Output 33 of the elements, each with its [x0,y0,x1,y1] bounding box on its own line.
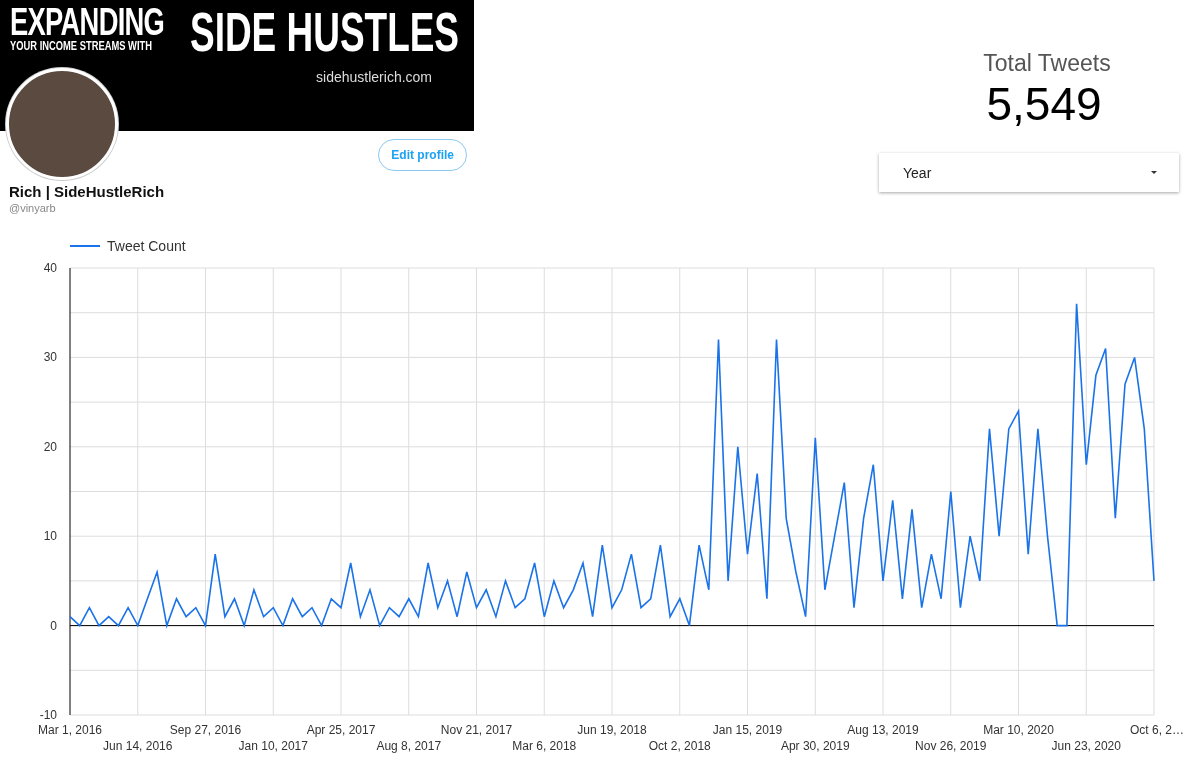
y-axis-label: -10 [39,708,57,722]
x-axis-label: Aug 8, 2017 [376,739,442,753]
x-axis-label: Jan 10, 2017 [238,739,308,753]
x-axis-label: Oct 2, 2018 [648,739,711,753]
x-axis-label: Jan 15, 2019 [712,723,783,737]
x-axis-label: Sep 27, 2016 [169,723,242,737]
caret-icon [1151,171,1157,174]
x-axis-label: Jun 19, 2018 [577,723,647,737]
x-axis-label: Mar 6, 2018 [512,739,577,753]
y-axis-label: 20 [43,439,57,454]
x-axis-label: Mar 10, 2020 [983,723,1054,737]
legend-label: Tweet Count [107,238,186,254]
x-axis-label: Mar 1, 2016 [38,723,102,737]
banner-website: sidehustlerich.com [316,69,432,85]
scorecard-value: 5,549 [985,77,1102,131]
y-axis-label: 10 [43,529,57,544]
scorecard-label: Total Tweets [982,50,1111,77]
x-axis-label: Nov 21, 2017 [440,723,513,737]
y-axis-label: 40 [43,261,57,275]
x-axis-label: Jun 14, 2016 [103,739,173,753]
x-axis-label: Jun 23, 2020 [1051,739,1121,753]
profile-handle: @vinyarb [9,202,57,214]
y-axis-label: 30 [43,350,57,365]
legend-line-icon [69,245,101,247]
x-axis-label: Nov 26, 2019 [915,739,987,753]
x-axis-label: Apr 25, 2017 [306,723,376,737]
profile-name: Rich | SideHustleRich [9,183,166,200]
year-dropdown[interactable]: Year [879,153,1179,192]
y-axis-label: 0 [50,618,57,633]
x-axis-label: Aug 13, 2019 [847,723,919,737]
x-axis-label: Apr 30, 2019 [780,739,850,753]
banner-headline: SIDE HUSTLES [190,2,460,62]
x-axis-label: Oct 6, 2… [1130,723,1185,737]
